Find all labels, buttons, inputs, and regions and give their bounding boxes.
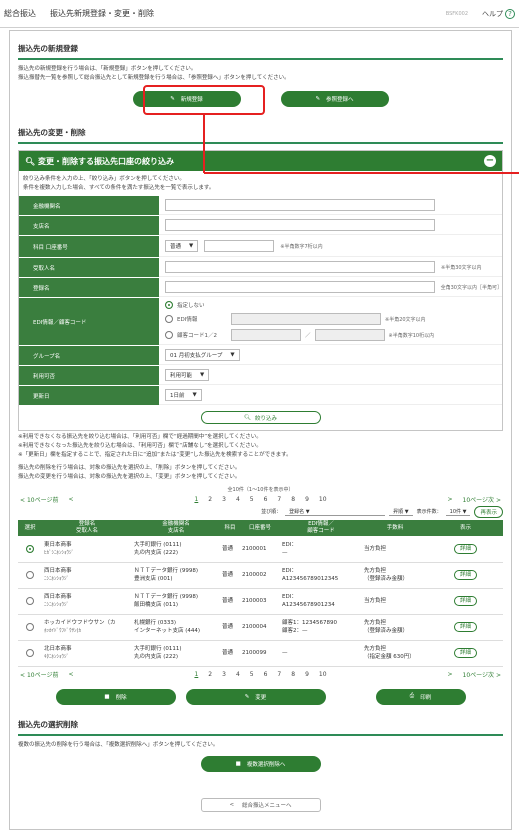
callout-leader: [203, 115, 519, 174]
